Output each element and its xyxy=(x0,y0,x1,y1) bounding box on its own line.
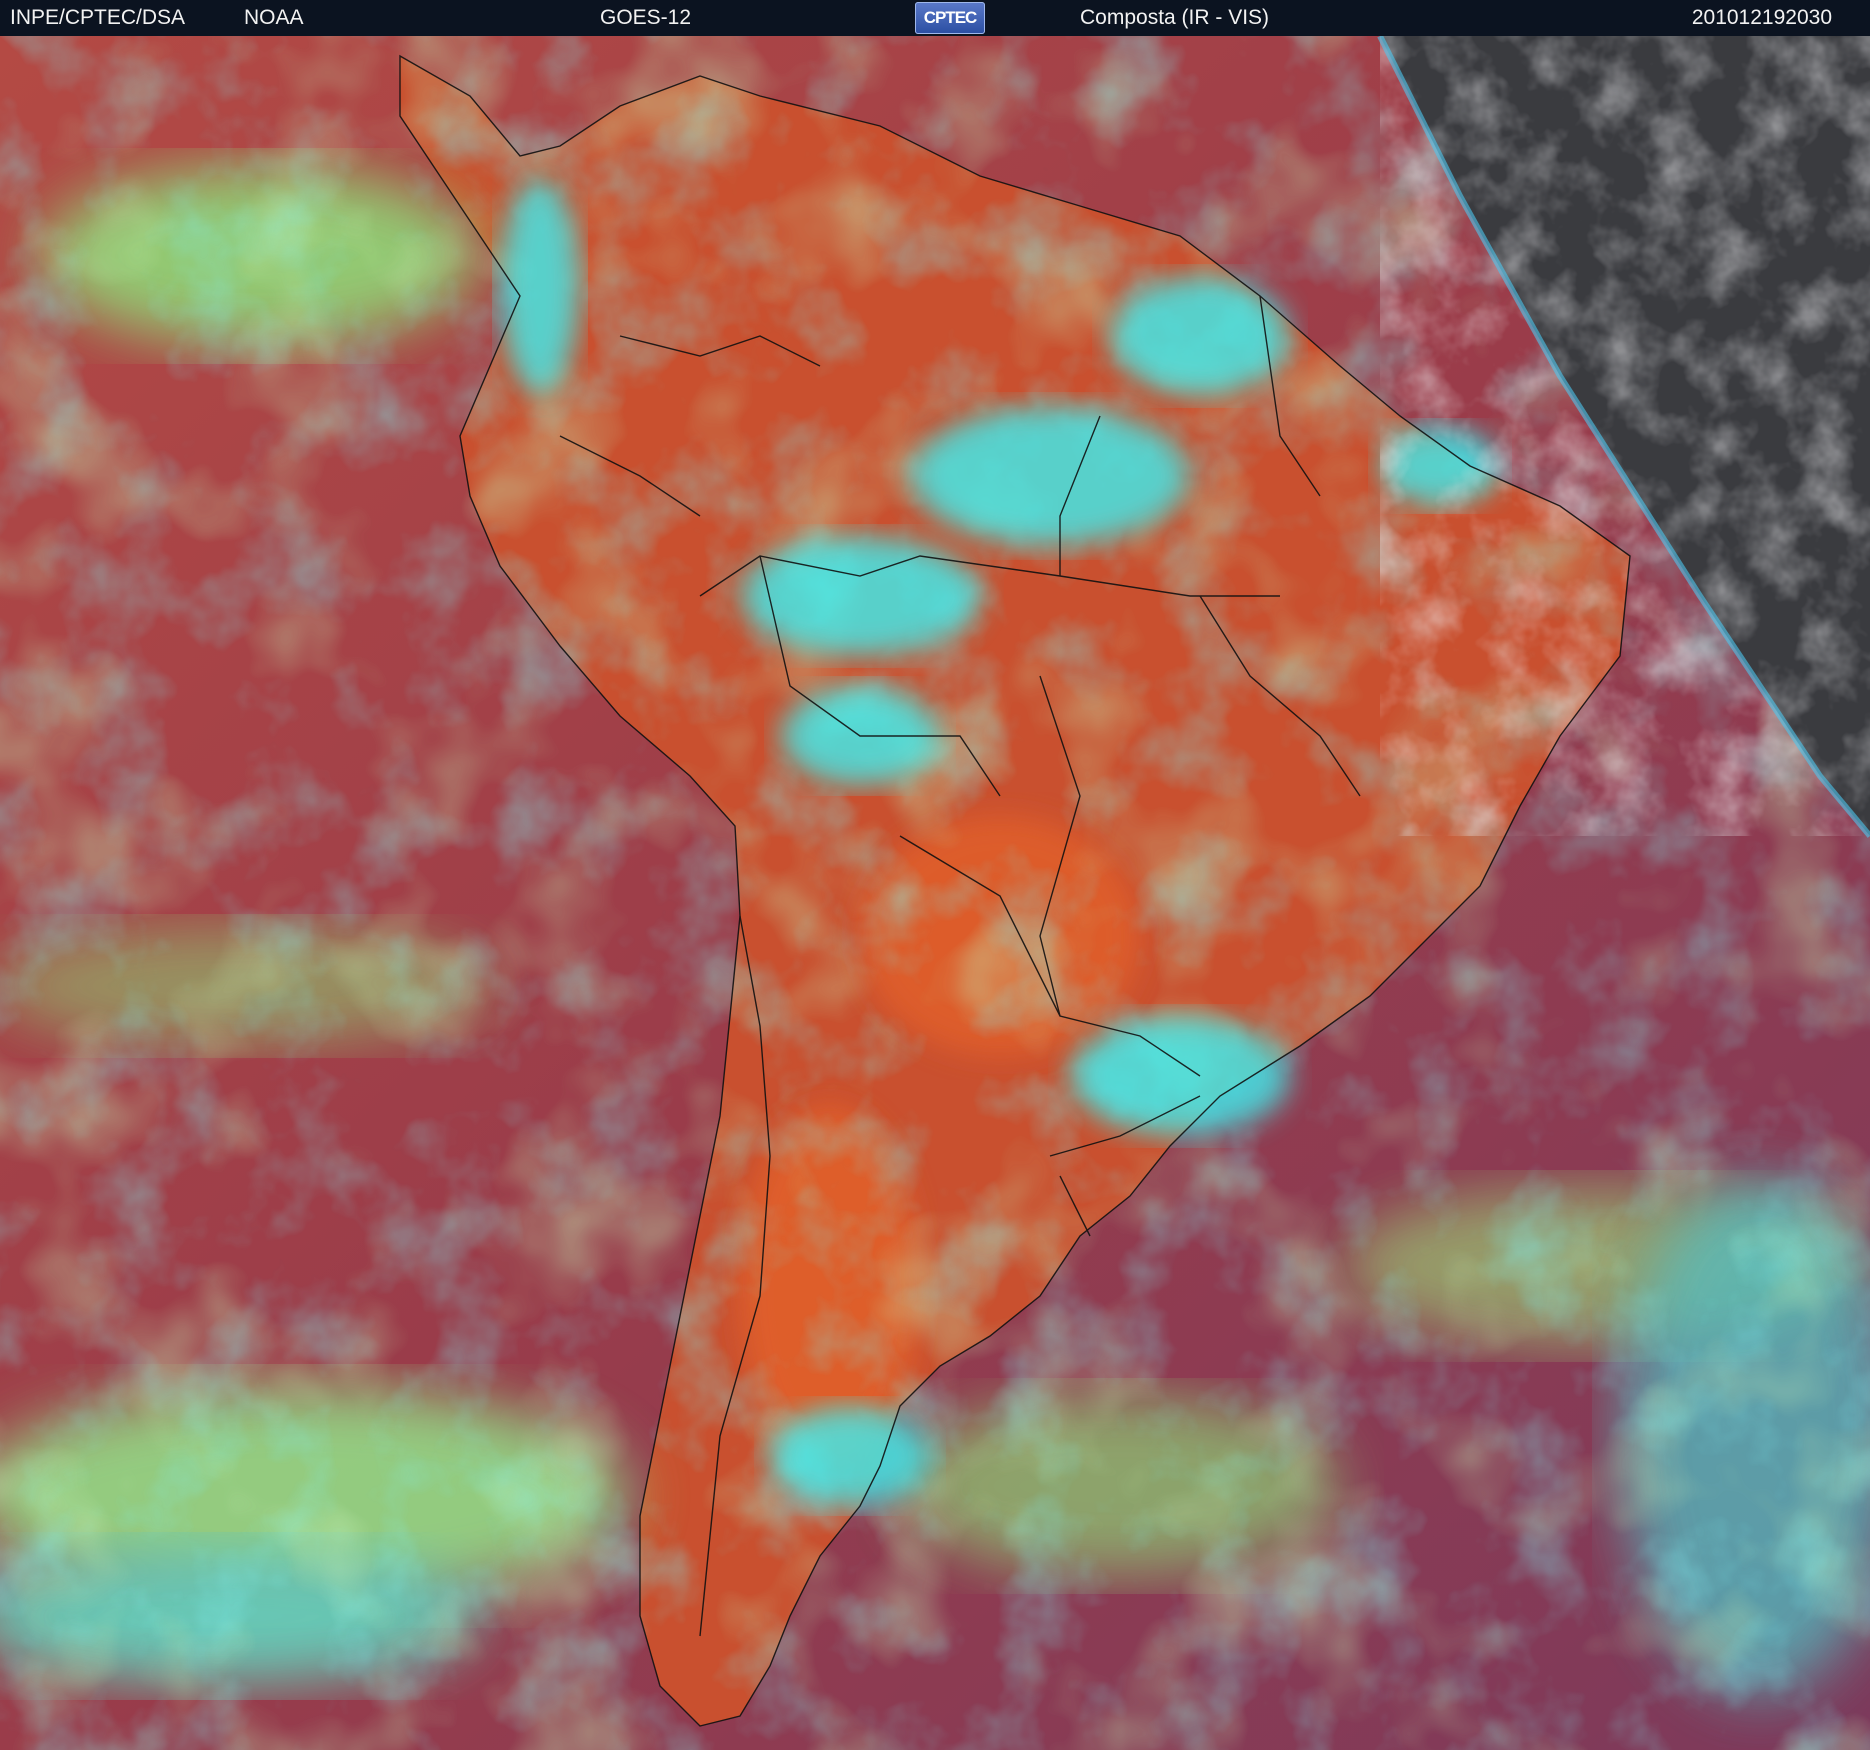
header-bar: INPE/CPTEC/DSA NOAA GOES-12 CPTEC Compos… xyxy=(0,0,1870,36)
satellite-image xyxy=(0,36,1870,1750)
timestamp-label: 201012192030 xyxy=(1691,6,1832,29)
product-label: Composta (IR - VIS) xyxy=(1080,6,1270,29)
composite-map-svg xyxy=(0,36,1870,1750)
agency-label: INPE/CPTEC/DSA xyxy=(10,6,186,29)
partner-label: NOAA xyxy=(244,6,304,29)
cptec-logo-icon: CPTEC xyxy=(915,2,985,34)
satellite-label: GOES-12 xyxy=(600,6,692,29)
